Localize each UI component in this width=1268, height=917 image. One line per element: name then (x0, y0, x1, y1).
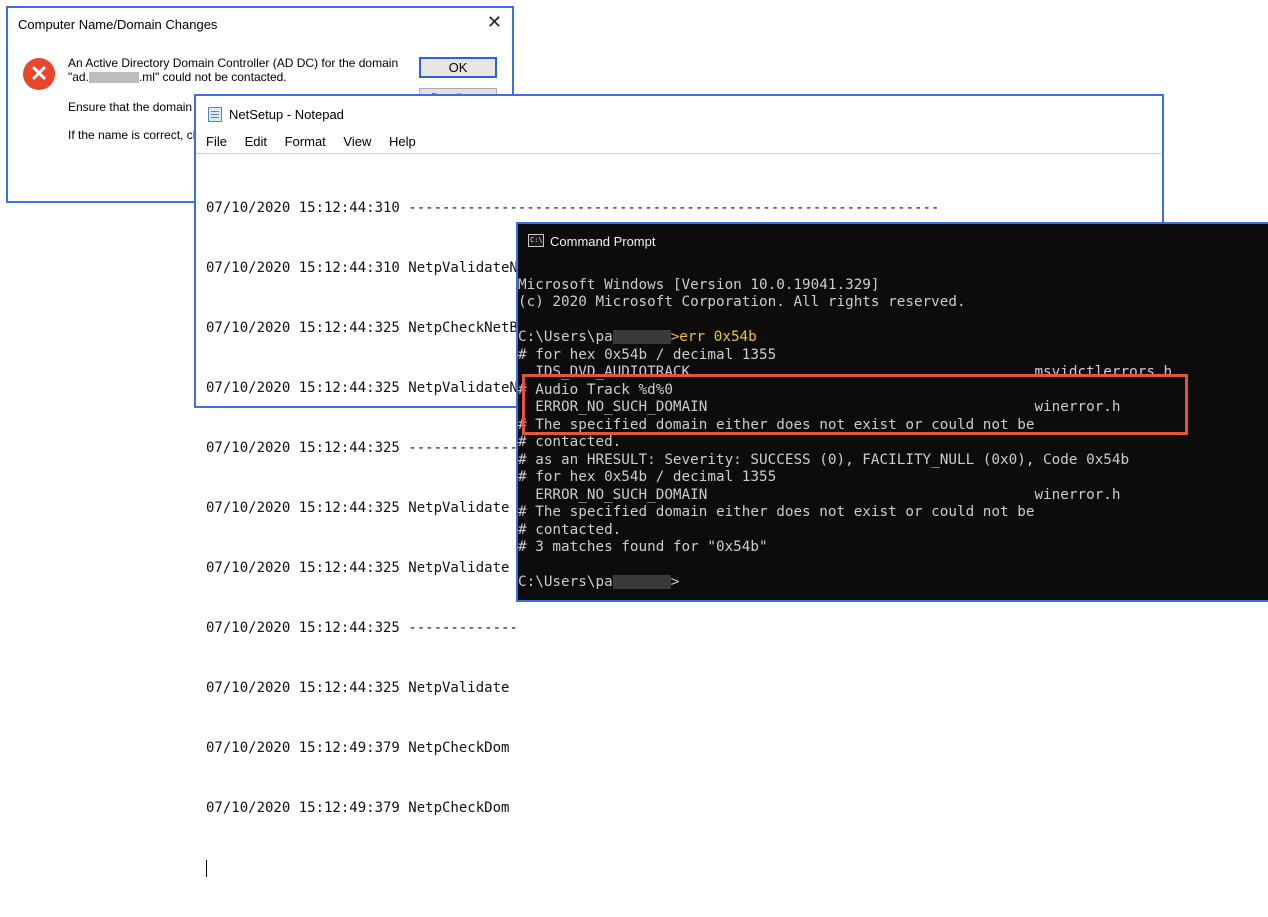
cmd-icon: C:\ (528, 234, 544, 247)
console-line: # contacted. (518, 434, 622, 450)
console-line: # The specified domain either does not e… (518, 504, 1035, 520)
dialog-domain-start: "ad. (68, 70, 89, 84)
log-line: 07/10/2020 15:12:49:379 NetpCheckDom (206, 800, 510, 816)
prompt-caret: > (670, 329, 680, 345)
log-line: 07/10/2020 15:12:44:325 NetpValidate (206, 680, 510, 696)
cmd-title: Command Prompt (550, 234, 656, 249)
menu-edit[interactable]: Edit (245, 134, 267, 149)
entered-command: err 0x54b (679, 329, 757, 345)
dialog-message-line-1: An Active Directory Domain Controller (A… (68, 56, 399, 70)
console-final-prompt: C:\Users\pa > (518, 574, 1172, 592)
console-blank (518, 557, 1172, 575)
close-icon[interactable]: ✕ (487, 12, 502, 33)
menu-view[interactable]: View (343, 134, 371, 149)
prompt-path: C:\Users\pa (518, 329, 613, 345)
dialog-message-line-4: If the name is correct, cli (68, 128, 199, 142)
error-icon: ✕ (23, 58, 55, 90)
redacted-block (612, 330, 671, 344)
notepad-menubar: File Edit Format View Help (206, 134, 430, 149)
console-line: # for hex 0x54b / decimal 1355 (518, 469, 777, 485)
redacted-block (88, 72, 139, 84)
text-caret (206, 860, 207, 877)
console-line: # as an HRESULT: Severity: SUCCESS (0), … (518, 451, 1130, 468)
menu-format[interactable]: Format (285, 134, 326, 149)
console-line: ERROR_NO_SUCH_DOMAIN winerror.h (518, 486, 1121, 503)
menu-help[interactable]: Help (389, 134, 416, 149)
console-command-line: C:\Users\pa >err 0x54b (518, 329, 1172, 347)
console-line: (c) 2020 Microsoft Corporation. All righ… (518, 294, 966, 310)
notepad-title: NetSetup - Notepad (229, 107, 344, 122)
console-line: # 3 matches found for "0x54b" (518, 539, 768, 555)
dialog-domain-end: .ml" could not be contacted. (138, 70, 287, 84)
redacted-block (612, 575, 671, 589)
console-line: Microsoft Windows [Version 10.0.19041.32… (518, 276, 880, 293)
menu-file[interactable]: File (206, 134, 227, 149)
dialog-message-line-2: "ad. .ml" could not be contacted. (68, 70, 287, 84)
console-line: # contacted. (518, 521, 622, 538)
log-line: 07/10/2020 15:12:44:310 ----------------… (206, 200, 940, 216)
command-prompt-window: C:\ Command Prompt Microsoft Windows [Ve… (516, 222, 1268, 602)
cmd-titlebar: C:\ Command Prompt (518, 224, 1268, 258)
ok-button[interactable]: OK (419, 57, 497, 78)
console-output[interactable]: Microsoft Windows [Version 10.0.19041.32… (518, 259, 1172, 627)
dialog-message-line-3: Ensure that the domain n (68, 100, 203, 114)
dialog-title: Computer Name/Domain Changes (18, 17, 218, 32)
log-line: 07/10/2020 15:12:49:379 NetpCheckDom (206, 740, 510, 756)
notepad-icon (208, 107, 222, 122)
highlight-box (522, 374, 1188, 435)
console-blank (518, 312, 1172, 330)
console-line: # for hex 0x54b / decimal 1355 (518, 346, 777, 363)
